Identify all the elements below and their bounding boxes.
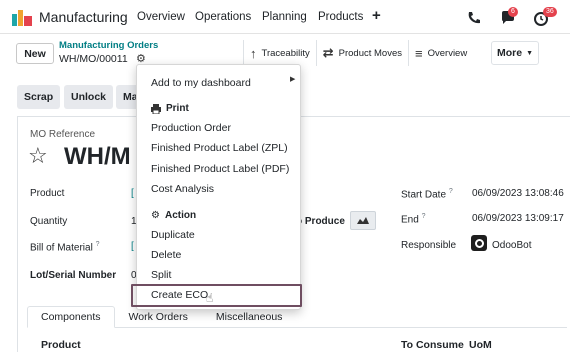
more-label: More: [496, 47, 523, 59]
product-value[interactable]: [: [131, 188, 134, 199]
traceability-button[interactable]: ↑ Traceability: [243, 40, 316, 66]
menu-operations[interactable]: Operations: [195, 11, 251, 23]
menu-item-finished-label-zpl[interactable]: Finished Product Label (ZPL): [151, 142, 288, 154]
product-moves-button[interactable]: ⇄ Product Moves: [315, 40, 409, 66]
help-mark: ?: [448, 188, 453, 195]
end-label: End ?: [401, 213, 426, 226]
top-navbar: Manufacturing Overview Operations Planni…: [0, 0, 570, 34]
arrow-up-icon: ↑: [250, 45, 257, 61]
tab-components[interactable]: Components: [27, 306, 115, 328]
more-dropdown-menu: Add to my dashboard ▶ Print Production O…: [136, 64, 301, 310]
app-name[interactable]: Manufacturing: [39, 9, 128, 25]
mo-title: WH/M: [64, 143, 131, 170]
caret-right-icon: ▶: [290, 76, 296, 83]
create-eco-highlight: [131, 284, 302, 307]
menu-item-split[interactable]: Split: [151, 269, 171, 281]
gear-icon: ⚙: [151, 210, 160, 221]
bom-value[interactable]: [: [131, 241, 134, 252]
menu-products[interactable]: Products: [318, 11, 363, 23]
traceability-label: Traceability: [261, 47, 310, 59]
to-produce-label: o Produce: [296, 216, 345, 227]
chat-badge: 6: [508, 7, 518, 17]
column-uom[interactable]: UoM: [469, 339, 492, 351]
end-value[interactable]: 06/09/2023 13:09:17: [472, 213, 564, 224]
product-label: Product: [30, 188, 65, 199]
menu-item-finished-label-pdf[interactable]: Finished Product Label (PDF): [151, 163, 289, 175]
phone-icon[interactable]: [466, 10, 482, 26]
mo-reference-label: MO Reference: [30, 129, 96, 140]
overview-label: Overview: [427, 47, 468, 59]
manufacturing-app-icon[interactable]: [12, 10, 32, 26]
start-date-label: Start Date ?: [401, 188, 453, 201]
menu-item-delete[interactable]: Delete: [151, 249, 181, 261]
print-section-header: Print: [151, 103, 189, 114]
list-icon: ≡: [415, 45, 423, 61]
menu-item-production-order[interactable]: Production Order: [151, 122, 231, 134]
record-name: WH/MO/00011: [59, 53, 128, 65]
start-date-value[interactable]: 06/09/2023 13:08:46: [472, 188, 564, 199]
action-section-header: ⚙ Action: [151, 210, 197, 221]
unlock-button[interactable]: Unlock: [64, 85, 114, 109]
exchange-icon: ⇄: [322, 45, 334, 60]
star-icon[interactable]: ☆: [28, 143, 48, 169]
smart-button-bar: ↑ Traceability ⇄ Product Moves ≡ Overvie…: [243, 40, 474, 66]
new-button[interactable]: New: [16, 43, 54, 64]
responsible-label: Responsible: [401, 240, 457, 251]
menu-overview[interactable]: Overview: [137, 11, 185, 23]
chart-icon[interactable]: [350, 211, 376, 230]
menu-item-duplicate[interactable]: Duplicate: [151, 229, 195, 241]
menu-item-cost-analysis[interactable]: Cost Analysis: [151, 183, 214, 195]
column-to-consume[interactable]: To Consume: [401, 339, 464, 351]
avatar: [471, 235, 487, 251]
column-product[interactable]: Product: [41, 339, 81, 351]
scrap-button[interactable]: Scrap: [17, 85, 61, 109]
help-mark: ?: [95, 241, 100, 248]
print-icon: [151, 103, 161, 114]
breadcrumb-manufacturing-orders[interactable]: Manufacturing Orders: [59, 40, 158, 51]
menu-item-add-to-dashboard[interactable]: Add to my dashboard: [151, 77, 251, 89]
caret-down-icon: ▼: [526, 49, 534, 57]
hand-cursor-icon: ☝: [206, 291, 214, 305]
activity-badge: 36: [543, 7, 557, 17]
plus-icon[interactable]: +: [372, 7, 381, 24]
menu-planning[interactable]: Planning: [262, 11, 307, 23]
lot-serial-label: Lot/Serial Number: [30, 270, 117, 281]
responsible-value[interactable]: OdooBot: [492, 240, 531, 251]
more-button[interactable]: More ▼: [491, 41, 539, 65]
overview-button[interactable]: ≡ Overview: [408, 40, 474, 66]
bom-label: Bill of Material ?: [30, 241, 100, 254]
help-mark: ?: [421, 213, 426, 220]
quantity-label: Quantity: [30, 216, 68, 227]
product-moves-label: Product Moves: [338, 47, 403, 59]
